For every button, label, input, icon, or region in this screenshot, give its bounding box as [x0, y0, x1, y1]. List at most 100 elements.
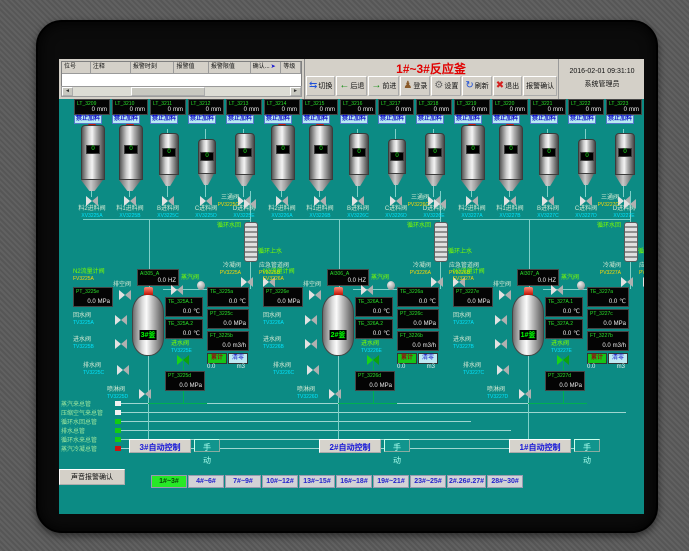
condenser-valve-icon[interactable] [431, 277, 443, 287]
drain-valve-icon[interactable] [307, 365, 319, 375]
reactor-page-button[interactable]: 28#~30# [487, 475, 523, 488]
scrollbar-thumb[interactable] [131, 87, 205, 96]
inlet-water-valve-icon[interactable] [115, 339, 127, 349]
toolbar: 1#~3#反应釜 ⇆切换 ←后退 →前进 ♟登录 ⚙设置 ↻刷新 ✖退出 报警确… [304, 59, 558, 99]
refresh-button[interactable]: ↻刷新 [462, 76, 491, 96]
spray-valve-icon[interactable] [519, 389, 531, 399]
settings-button[interactable]: ⚙设置 [431, 76, 461, 96]
drain-valve-icon[interactable] [497, 365, 509, 375]
switch-view-button[interactable]: ⇆切换 [306, 76, 335, 96]
feed-valve-icon[interactable] [466, 196, 478, 206]
water-in-valve-icon[interactable] [557, 355, 569, 365]
spray-valve-icon[interactable] [329, 389, 341, 399]
feed-valve-tag: XV3225A [73, 213, 111, 219]
three-way-valve-icon[interactable] [244, 199, 256, 209]
drain-valve-tag: TV3227C [463, 370, 493, 376]
feed-tank-unit: LT_3215 0mm 禁止加料 0 料1进料阀 XV3226B [301, 99, 339, 221]
totalizer-value: 0.0m3 [587, 364, 625, 370]
tank-level-display: 0 [428, 148, 442, 157]
reactor-page-button[interactable]: 10#~12# [262, 475, 298, 488]
emergency-valve-icon[interactable] [643, 277, 644, 287]
return-water-valve-icon[interactable] [495, 315, 507, 325]
sound-alarm-ack-button[interactable]: 声音报警确认 [59, 469, 125, 485]
login-button[interactable]: ♟登录 [400, 76, 430, 96]
steam-valve-icon[interactable] [361, 285, 373, 295]
feed-valve-icon[interactable] [504, 196, 516, 206]
vent-valve-icon[interactable] [309, 290, 321, 300]
feed-valve-icon[interactable] [314, 196, 326, 206]
feed-valve-label: 料1进料阀 [491, 206, 529, 213]
reactor-page-button[interactable]: 13#~15# [299, 475, 335, 488]
reactor-page-button[interactable]: 4#~6# [188, 475, 224, 488]
spray-valve-icon[interactable] [139, 389, 151, 399]
condenser-valve-icon[interactable] [621, 277, 633, 287]
tank-level-unit: mm [173, 107, 183, 113]
tank-level-display: 0 [124, 145, 138, 154]
water-in-valve-icon[interactable] [177, 355, 189, 365]
tank-level-value: 0 [510, 107, 513, 113]
feed-tank-unit: LT_3216 0mm 禁止加料 0 B进料阀 XV3226C [339, 99, 377, 221]
feed-valve-icon[interactable] [542, 196, 554, 206]
condenser-valve-label: 冷凝阀 [393, 263, 431, 270]
three-way-valve-icon[interactable] [624, 199, 636, 209]
feed-valve-icon[interactable] [124, 196, 136, 206]
manual-mode-button[interactable]: 手动 [574, 439, 600, 452]
tank-level-value: 0 [244, 107, 247, 113]
water-in-valve-icon[interactable] [367, 355, 379, 365]
three-way-valve-icon[interactable] [434, 199, 446, 209]
reactor-page-button[interactable]: 19#~21# [373, 475, 409, 488]
feed-valve-icon[interactable] [352, 196, 364, 206]
tank-level-unit: mm [135, 107, 145, 113]
alarm-table-scrollbar[interactable]: ◄ ► [61, 86, 302, 97]
agitator-readout: AI305_A 0.0HZ [137, 269, 179, 286]
inlet-water-valve-icon[interactable] [495, 339, 507, 349]
vent-valve-icon[interactable] [119, 290, 131, 300]
steam-valve-icon[interactable] [551, 285, 563, 295]
drain-valve-icon[interactable] [117, 365, 129, 375]
vent-valve-icon[interactable] [499, 290, 511, 300]
tank-level-tag: LT_3220 [493, 100, 527, 107]
back-button[interactable]: ←后退 [336, 76, 367, 96]
reactor-page-button[interactable]: 1#~3# [151, 475, 187, 488]
totalizer-accumulate-button[interactable]: 累计 [587, 353, 607, 364]
pressure-readout-c: PT_3227c 0.0MPa [587, 309, 629, 329]
return-water-valve-icon[interactable] [305, 315, 317, 325]
tank-level-readout: LT_3219 0mm [454, 99, 490, 115]
reactor-page-button[interactable]: 23#~25# [410, 475, 446, 488]
tank-level-readout: LT_3220 0mm [492, 99, 528, 115]
spray-valve-label: 喷淋阀 [297, 387, 327, 394]
return-water-valve-icon[interactable] [115, 315, 127, 325]
steam-valve-icon[interactable] [171, 285, 183, 295]
reactor-page-button[interactable]: 2#.26#.27# [447, 475, 486, 488]
reactor-page-button[interactable]: 7#~9# [225, 475, 261, 488]
return-water-valve-tag: TV3227A [453, 320, 483, 326]
feed-valve-icon[interactable] [86, 196, 98, 206]
auto-control-button[interactable]: 1#自动控制 [509, 439, 571, 453]
scroll-left-icon[interactable]: ◄ [62, 87, 73, 96]
manual-mode-button[interactable]: 手动 [384, 439, 410, 452]
inlet-water-valve-icon[interactable] [305, 339, 317, 349]
totalizer-accumulate-button[interactable]: 累计 [397, 353, 417, 364]
forward-button[interactable]: →前进 [368, 76, 399, 96]
condenser-valve-icon[interactable] [241, 277, 253, 287]
totalizer-clear-button[interactable]: 清零 [608, 353, 628, 364]
reactor-page-button[interactable]: 16#~18# [336, 475, 372, 488]
totalizer-clear-button[interactable]: 清零 [228, 353, 248, 364]
inlet-water-valve-label: 进水阀 [453, 337, 483, 344]
totalizer-accumulate-button[interactable]: 累计 [207, 353, 227, 364]
tank-level-value: 0 [434, 107, 437, 113]
feed-valve-icon[interactable] [162, 196, 174, 206]
auto-control-button[interactable]: 2#自动控制 [319, 439, 381, 453]
tank-level-value: 0 [130, 107, 133, 113]
exit-button[interactable]: ✖退出 [493, 76, 522, 96]
feed-status-label: 禁止加料 [492, 115, 520, 124]
alarm-column-header: 注释 [91, 62, 131, 73]
auto-control-button[interactable]: 3#自动控制 [129, 439, 191, 453]
feed-valve-icon[interactable] [276, 196, 288, 206]
spray-valve-tag: TV3227D [487, 394, 517, 400]
manual-mode-button[interactable]: 手动 [194, 439, 220, 452]
scroll-right-icon[interactable]: ► [290, 87, 301, 96]
totalizer-clear-button[interactable]: 清零 [418, 353, 438, 364]
alarm-ack-button[interactable]: 报警确认 [523, 76, 557, 96]
tank-level-unit: mm [515, 107, 525, 113]
